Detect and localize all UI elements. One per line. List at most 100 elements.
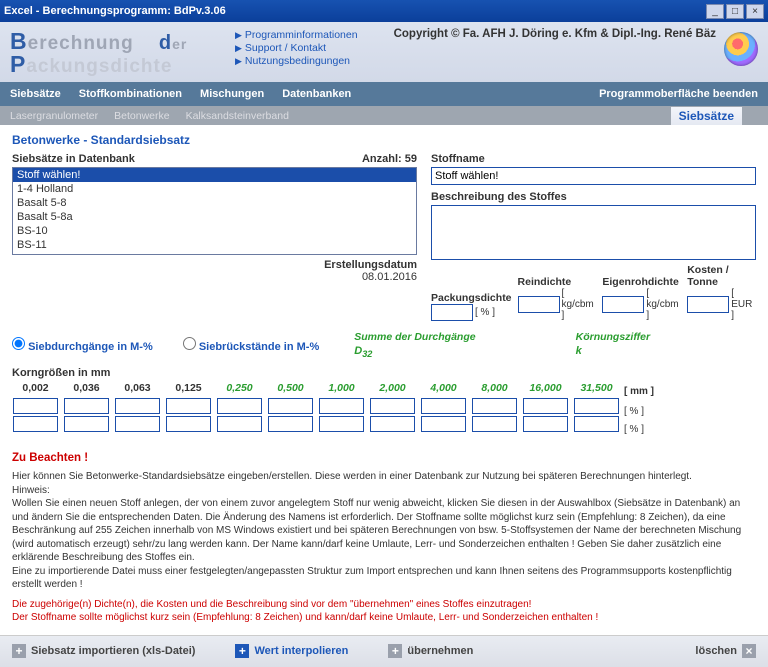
db-label: Siebsätze in Datenbank [12, 153, 135, 165]
app-header: Berechnung der Packungsdichte ▶Programmi… [0, 22, 768, 82]
stoffname-label: Stoffname [431, 153, 756, 165]
sieve-input-row2[interactable] [370, 416, 415, 432]
radio-rueckstaende[interactable]: Siebrückstände in M-% [183, 337, 319, 353]
sieve-size: 0,500 [277, 382, 303, 394]
subnav-kalksandsteinverband[interactable]: Kalksandsteinverband [186, 110, 289, 122]
erstellungsdatum-value: 08.01.2016 [12, 271, 417, 283]
copyright-text: Copyright © Fa. AFH J. Döring e. Kfm & D… [375, 28, 716, 40]
reindichte-input[interactable] [518, 296, 560, 313]
main-nav: Siebsätze Stoffkombinationen Mischungen … [0, 82, 768, 106]
sieve-input-row1[interactable] [13, 398, 58, 414]
summe-durchgaenge-label: Summe der Durchgänge [354, 331, 475, 343]
sieve-size: 31,500 [580, 382, 612, 394]
sieve-input-row2[interactable] [319, 416, 364, 432]
sieve-input-row1[interactable] [115, 398, 160, 414]
sieve-input-row1[interactable] [64, 398, 109, 414]
sieve-input-row2[interactable] [574, 416, 619, 432]
reindichte-label: Reindichte [518, 276, 597, 288]
list-item[interactable]: Stoff wählen! [13, 168, 416, 182]
sieve-input-row2[interactable] [421, 416, 466, 432]
sub-nav: Lasergranulometer Betonwerke Kalksandste… [0, 106, 768, 125]
sieve-input-row1[interactable] [319, 398, 364, 414]
sieve-size: 2,000 [379, 382, 405, 394]
link-programminfo[interactable]: ▶Programminformationen [235, 29, 375, 41]
sieve-size: 0,250 [226, 382, 252, 394]
close-icon: × [742, 644, 756, 658]
d32-label: D32 [354, 345, 475, 359]
list-item[interactable]: Basalt 5-8a [13, 210, 416, 224]
kosten-input[interactable] [687, 296, 729, 313]
stoffname-input[interactable] [431, 167, 756, 185]
sieve-input-row1[interactable] [166, 398, 211, 414]
sieve-input-row1[interactable] [574, 398, 619, 414]
sieve-input-row1[interactable] [472, 398, 517, 414]
app-icon [724, 32, 758, 66]
loeschen-button[interactable]: löschen× [695, 644, 756, 658]
subnav-lasergranulometer[interactable]: Lasergranulometer [10, 110, 98, 122]
erstellungsdatum-label: Erstellungsdatum [324, 259, 417, 271]
db-count: 59 [405, 153, 417, 165]
nav-beenden[interactable]: Programmoberfläche beenden [599, 88, 758, 100]
sieve-size: 0,125 [175, 382, 201, 394]
app-logo: Berechnung der Packungsdichte [10, 28, 235, 78]
sieve-size: 0,002 [22, 382, 48, 394]
list-item[interactable]: BS-11 [13, 238, 416, 252]
nav-mischungen[interactable]: Mischungen [200, 88, 264, 100]
sieve-input-row1[interactable] [268, 398, 313, 414]
packungsdichte-label: Packungsdichte [431, 292, 512, 304]
korngroessen-label: Korngrößen in mm [12, 367, 756, 379]
sieve-size: 16,000 [529, 382, 561, 394]
beschreibung-label: Beschreibung des Stoffes [431, 191, 756, 203]
sieve-input-row2[interactable] [64, 416, 109, 432]
plus-icon: + [388, 644, 402, 658]
eigenrohdichte-input[interactable] [602, 296, 644, 313]
nav-datenbanken[interactable]: Datenbanken [282, 88, 351, 100]
sieve-input-row2[interactable] [523, 416, 568, 432]
close-button[interactable]: × [746, 4, 764, 19]
maximize-button[interactable]: □ [726, 4, 744, 19]
radio-durchgaenge[interactable]: Siebdurchgänge in M-% [12, 337, 153, 353]
sieve-input-row1[interactable] [217, 398, 262, 414]
uebernehmen-button[interactable]: +übernehmen [388, 644, 473, 658]
list-item[interactable]: BS-10 [13, 224, 416, 238]
kosten-label: Kosten / Tonne [687, 264, 756, 288]
eigenrohdichte-label: Eigenrohdichte [602, 276, 681, 288]
list-item[interactable]: Basalt 5-8 [13, 196, 416, 210]
subnav-betonwerke[interactable]: Betonwerke [114, 110, 169, 122]
sieve-input-row2[interactable] [13, 416, 58, 432]
section-title: Betonwerke - Standardsiebsatz [12, 133, 756, 147]
nav-stoffkombinationen[interactable]: Stoffkombinationen [79, 88, 182, 100]
window-titlebar: Excel - Berechnungsprogramm: BdPv.3.06 _… [0, 0, 768, 22]
link-nutzungsbedingungen[interactable]: ▶Nutzungsbedingungen [235, 55, 375, 67]
sieve-input-row2[interactable] [115, 416, 160, 432]
packungsdichte-input[interactable] [431, 304, 473, 321]
sieve-size: 0,063 [124, 382, 150, 394]
sieve-input-row2[interactable] [268, 416, 313, 432]
siebsatz-listbox[interactable]: Stoff wählen! 1-4 Holland Basalt 5-8 Bas… [12, 167, 417, 255]
plus-icon: + [235, 644, 249, 658]
sieve-input-row2[interactable] [472, 416, 517, 432]
plus-icon: + [12, 644, 26, 658]
list-item[interactable]: BS-12 [13, 252, 416, 255]
sieve-input-row1[interactable] [421, 398, 466, 414]
import-button[interactable]: +Siebsatz importieren (xls-Datei) [12, 644, 195, 658]
beschreibung-input[interactable] [431, 205, 756, 260]
link-support[interactable]: ▶Support / Kontakt [235, 42, 375, 54]
minimize-button[interactable]: _ [706, 4, 724, 19]
notice-body: Hier können Sie Betonwerke-Standardsiebs… [12, 470, 756, 592]
sieve-size: 4,000 [430, 382, 456, 394]
sieve-input-row2[interactable] [217, 416, 262, 432]
list-item[interactable]: 1-4 Holland [13, 182, 416, 196]
sieve-input-row1[interactable] [370, 398, 415, 414]
sieve-input-row2[interactable] [166, 416, 211, 432]
header-links: ▶Programminformationen ▶Support / Kontak… [235, 28, 375, 68]
sieve-input-row1[interactable] [523, 398, 568, 414]
nav-siebsaetze[interactable]: Siebsätze [10, 88, 61, 100]
window-title: Excel - Berechnungsprogramm: BdPv.3.06 [4, 5, 704, 17]
interpolieren-button[interactable]: +Wert interpolieren [235, 644, 348, 658]
koernungsziffer-label: Körnungsziffer [576, 331, 650, 343]
subnav-context: Siebsätze [671, 107, 742, 125]
footer-toolbar: +Siebsatz importieren (xls-Datei) +Wert … [0, 635, 768, 667]
sieve-table: 0,0020,0360,0630,1250,2500,5001,0002,000… [12, 382, 756, 438]
k-label: k [576, 345, 650, 357]
